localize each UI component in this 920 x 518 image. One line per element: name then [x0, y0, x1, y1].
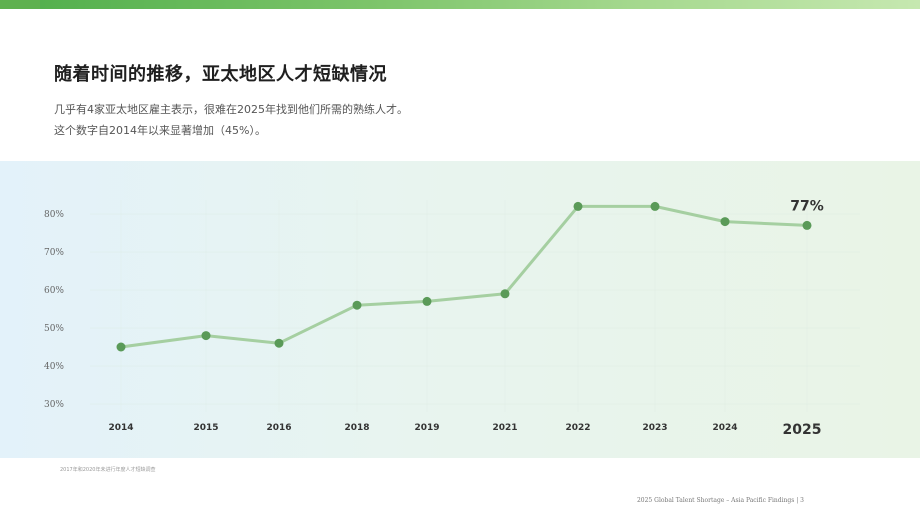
data-label-2025: 77% [790, 198, 824, 214]
footnote: 2017年和2020年未进行年度人才短缺调查 [60, 467, 156, 473]
data-point [201, 331, 211, 341]
data-point [116, 342, 126, 352]
x-tick-label: 2014 [108, 423, 133, 433]
line-chart: 30% 40% 50% 60% 70% 80% 2014 2015 2016 2018 2019 20… [44, 198, 860, 438]
x-tick-label: 2021 [492, 423, 517, 433]
page-footer: 2025 Global Talent Shortage – Asia Pacif… [636, 497, 804, 504]
data-point [650, 201, 660, 211]
data-point [573, 201, 583, 211]
y-tick-label: 70% [44, 248, 64, 258]
series-line [120, 204, 808, 349]
x-tick-label: 2019 [414, 423, 439, 433]
data-point [720, 217, 730, 227]
y-tick-label: 60% [44, 286, 64, 296]
x-tick-label: 2025 [783, 422, 822, 438]
y-tick-label: 50% [44, 324, 64, 334]
data-point [500, 289, 510, 299]
x-tick-label: 2015 [193, 423, 218, 433]
y-tick-label: 80% [44, 210, 64, 220]
x-tick-label: 2023 [642, 423, 667, 433]
x-tick-label: 2018 [344, 423, 369, 433]
data-point [274, 338, 284, 348]
data-point [802, 220, 812, 230]
x-tick-label: 2022 [565, 423, 590, 433]
y-tick-label: 30% [44, 400, 64, 410]
x-tick-label: 2024 [712, 423, 737, 433]
data-point [352, 300, 362, 310]
x-tick-label: 2016 [266, 423, 291, 433]
data-point [422, 296, 432, 306]
y-tick-label: 40% [44, 362, 64, 372]
